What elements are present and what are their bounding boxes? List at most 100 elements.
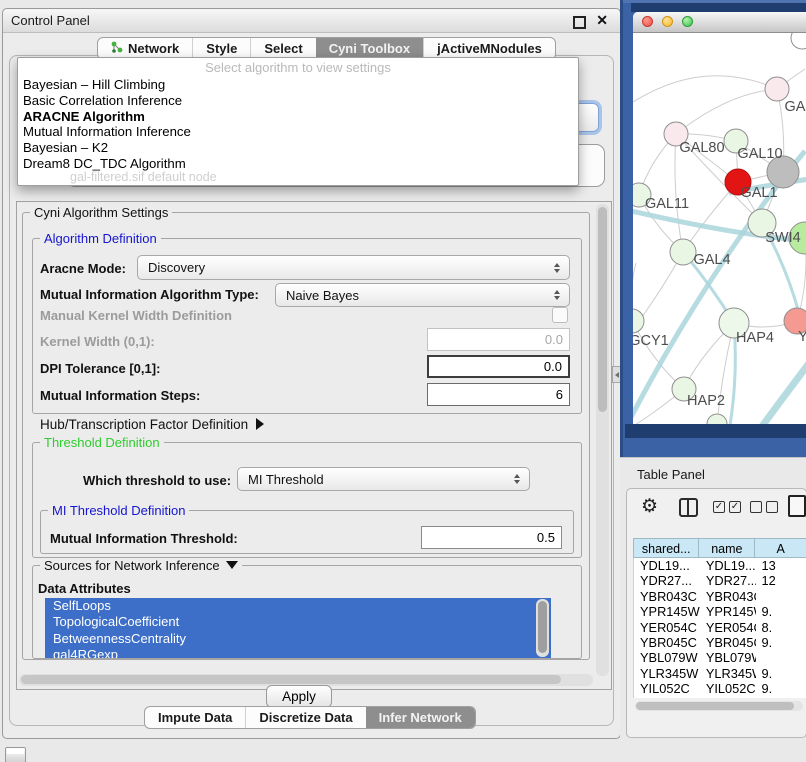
algorithm-option[interactable]: Dream8 DC_TDC Algorithm (18, 156, 578, 172)
network-node[interactable] (791, 33, 806, 49)
attribute-item[interactable]: BetweennessCentrality (45, 631, 551, 647)
network-window-titlebar[interactable] (633, 12, 806, 33)
table-row[interactable]: YLR345WYLR345W9. (634, 666, 806, 681)
kernel-width-field[interactable] (427, 328, 570, 351)
table-cell[interactable]: YBR043C (634, 589, 700, 604)
tab-select[interactable]: Select (250, 38, 315, 59)
columns-icon[interactable] (679, 498, 698, 517)
table-row[interactable]: YER054CYER054C8. (634, 620, 806, 635)
table-row[interactable]: YBR045CYBR045C9. (634, 635, 806, 650)
table-cell[interactable]: 12 (756, 573, 806, 588)
network-node-gal4[interactable] (670, 239, 696, 265)
table-row[interactable]: YDL19...YDL19...13 (634, 558, 806, 573)
table-cell[interactable]: YDL19... (634, 558, 700, 573)
tab-cyni-toolbox[interactable]: Cyni Toolbox (316, 38, 423, 59)
tab-jactivemnodules[interactable]: jActiveMNodules (423, 38, 555, 59)
aracne-mode-combo[interactable]: Discovery (137, 255, 570, 280)
table-cell[interactable]: YDR27... (634, 573, 700, 588)
table-cell[interactable]: 9. (756, 666, 806, 681)
mit-field[interactable] (421, 526, 562, 549)
group-title-sources[interactable]: Sources for Network Inference (40, 558, 242, 573)
attr-list-vscroll-thumb[interactable] (538, 601, 547, 653)
table-cell[interactable]: YBR045C (700, 635, 756, 650)
which-threshold-combo[interactable]: MI Threshold (237, 467, 530, 491)
gear-icon[interactable]: ⚙ (641, 495, 658, 518)
table-cell[interactable]: 9. (756, 635, 806, 650)
network-graph[interactable]: GALGAL80GAL10GAL11GAL1SWI4GAL4GCY1HAP4YH… (633, 33, 806, 424)
close-icon[interactable]: ✕ (596, 12, 608, 29)
table-row[interactable]: YBR043CYBR043C (634, 589, 806, 604)
network-canvas[interactable]: GALGAL80GAL10GAL11GAL1SWI4GAL4GCY1HAP4YH… (633, 33, 806, 424)
mi-steps-field[interactable] (427, 383, 570, 406)
table-row[interactable]: YPR145WYPR145W9. (634, 604, 806, 619)
table-row[interactable]: YBL079WYBL079W (634, 650, 806, 665)
dpi-tolerance-field[interactable] (427, 355, 570, 378)
deselect-all-checks-icon[interactable] (750, 501, 778, 513)
network-node[interactable] (707, 414, 727, 424)
table-cell[interactable]: YER054C (634, 620, 700, 635)
algorithm-option[interactable]: Basic Correlation Inference (18, 93, 578, 109)
column-header-name[interactable]: name (699, 538, 755, 558)
table-cell[interactable]: YBR045C (634, 635, 700, 650)
gray-edge (676, 89, 777, 134)
tab-impute-data[interactable]: Impute Data (145, 707, 245, 728)
tab-discretize-data[interactable]: Discretize Data (245, 707, 365, 728)
data-attributes-list[interactable]: SelfLoopsTopologicalCoefficientBetweenne… (45, 598, 551, 658)
pane-vscroll-thumb[interactable] (598, 207, 607, 412)
tab-infer-network[interactable]: Infer Network (366, 707, 475, 728)
network-node-gcy1[interactable] (633, 309, 644, 333)
hub-section-toggle[interactable]: Hub/Transcription Factor Definition (40, 417, 264, 432)
network-node-gal[interactable] (765, 77, 789, 101)
pane-vscrollbar[interactable] (596, 204, 609, 676)
table-row[interactable]: YDR27...YDR27...12 (634, 573, 806, 588)
algorithm-option[interactable]: Mutual Information Inference (18, 124, 578, 140)
pane-hscroll-thumb[interactable] (21, 675, 561, 684)
table-cell[interactable]: YPR145W (634, 604, 700, 619)
new-table-icon[interactable] (788, 495, 806, 517)
algorithm-option[interactable]: Bayesian – K2 (18, 140, 578, 156)
algorithm-option[interactable]: ARACNE Algorithm (18, 109, 578, 125)
apply-button[interactable]: Apply (266, 685, 332, 708)
mi-type-combo[interactable]: Naive Bayes (275, 283, 570, 307)
attribute-item[interactable]: TopologicalCoefficient (45, 614, 551, 630)
table-cell[interactable] (756, 589, 806, 604)
node-label-gal: GAL (784, 99, 806, 115)
attribute-item[interactable]: SelfLoops (45, 598, 551, 614)
table-cell[interactable]: 8. (756, 620, 806, 635)
column-header-shared...[interactable]: shared... (633, 538, 699, 558)
tab-style[interactable]: Style (192, 38, 250, 59)
attribute-item[interactable]: gal4RGexp (45, 647, 551, 658)
column-header-A[interactable]: A (755, 538, 806, 558)
algorithm-option[interactable]: Bayesian – Hill Climbing (18, 77, 578, 93)
float-window-icon[interactable] (573, 16, 586, 29)
table-row[interactable]: YIL052CYIL052C9. (634, 681, 806, 696)
table-hscrollbar[interactable] (635, 701, 803, 711)
table-cell[interactable]: YLR345W (700, 666, 756, 681)
table-cell[interactable]: YPR145W (700, 604, 756, 619)
manual-kernel-checkbox[interactable] (552, 307, 568, 323)
table-cell[interactable]: YBL079W (634, 650, 700, 665)
minimized-panel-icon[interactable] (5, 747, 26, 762)
table-cell[interactable]: 9. (756, 604, 806, 619)
mac-minimize-icon[interactable] (662, 16, 673, 27)
select-all-checks-icon[interactable]: ✓✓ (713, 501, 741, 513)
table-cell[interactable] (756, 650, 806, 665)
mac-zoom-icon[interactable] (682, 16, 693, 27)
table-cell[interactable]: YIL052C (700, 681, 756, 696)
attr-list-vscrollbar[interactable] (536, 599, 549, 657)
table-cell[interactable]: YIL052C (634, 681, 700, 696)
table-cell[interactable]: YBR043C (700, 589, 756, 604)
table-cell[interactable]: 13 (756, 558, 806, 573)
table-cell[interactable]: YLR345W (634, 666, 700, 681)
table-cell[interactable]: YDR27... (700, 573, 756, 588)
table-cell[interactable]: YER054C (700, 620, 756, 635)
table-hscroll-thumb[interactable] (636, 702, 794, 710)
collapse-left-icon (615, 372, 619, 378)
mac-close-icon[interactable] (642, 16, 653, 27)
table-cell[interactable]: YBL079W (700, 650, 756, 665)
table-cell[interactable]: YDL19... (700, 558, 756, 573)
mi-steps-label: Mutual Information Steps: (40, 388, 200, 403)
tab-network[interactable]: Network (98, 38, 192, 59)
panel-left-edge (620, 0, 623, 457)
table-cell[interactable]: 9. (756, 681, 806, 696)
